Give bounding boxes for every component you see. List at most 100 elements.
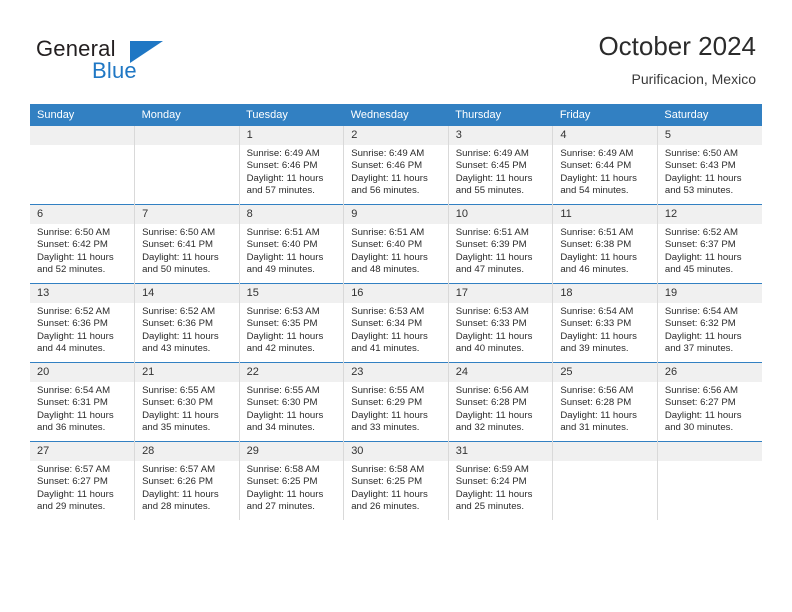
sunset-text: Sunset: 6:42 PM xyxy=(37,239,108,251)
daylight-text: and 32 minutes. xyxy=(455,422,525,434)
sunrise-text: Sunrise: 6:49 AM xyxy=(560,148,634,159)
calendar-day-cell[interactable]: 22 Sunrise: 6:55 AM Sunset: 6:30 PM Dayligh… xyxy=(239,362,345,442)
day-number: 9 xyxy=(344,205,448,224)
daylight-text: Daylight: 11 hours xyxy=(142,251,219,263)
daylight-text: and 46 minutes. xyxy=(560,264,629,276)
sunrise-text: Sunrise: 6:56 AM xyxy=(455,385,529,396)
calendar-body: 1 Sunrise: 6:49 AM Sunset: 6:46 PM Daylight… xyxy=(30,126,762,520)
calendar-day-cell[interactable]: 29 Sunrise: 6:58 AM Sunset: 6:25 PM Dayligh… xyxy=(239,441,345,520)
day-sun-info: Sunrise: 6:50 AM Sunset: 6:42 PM Daylight:… xyxy=(30,224,134,277)
calendar-day-cell[interactable]: 30 Sunrise: 6:58 AM Sunset: 6:25 PM Dayligh… xyxy=(343,441,449,520)
calendar-day-cell[interactable]: 16 Sunrise: 6:53 AM Sunset: 6:34 PM Dayligh… xyxy=(343,283,449,363)
calendar-week-row: 27 Sunrise: 6:57 AM Sunset: 6:27 PM Dayligh… xyxy=(30,441,762,520)
calendar-day-cell[interactable]: 13 Sunrise: 6:52 AM Sunset: 6:36 PM Dayligh… xyxy=(30,283,136,363)
sunrise-text: Sunrise: 6:54 AM xyxy=(560,306,634,317)
calendar-day-cell[interactable]: 6 Sunrise: 6:50 AM Sunset: 6:42 PM Daylight… xyxy=(30,204,136,284)
calendar-day-cell[interactable]: 14 Sunrise: 6:52 AM Sunset: 6:36 PM Dayligh… xyxy=(134,283,240,363)
sunset-text: Sunset: 6:33 PM xyxy=(455,318,527,330)
daylight-text: Daylight: 11 hours xyxy=(560,251,637,263)
sunrise-text: Sunrise: 6:56 AM xyxy=(664,385,738,396)
day-number: 29 xyxy=(239,442,344,461)
daylight-text: Daylight: 11 hours xyxy=(351,330,428,342)
sunset-text: Sunset: 6:46 PM xyxy=(351,160,423,172)
calendar-day-cell-empty xyxy=(30,126,136,205)
daylight-text: and 52 minutes. xyxy=(37,264,106,276)
calendar-day-cell[interactable]: 12 Sunrise: 6:52 AM Sunset: 6:37 PM Dayligh… xyxy=(657,204,762,284)
day-number: 7 xyxy=(135,205,239,224)
calendar-day-cell[interactable]: 24 Sunrise: 6:56 AM Sunset: 6:28 PM Dayligh… xyxy=(448,362,554,442)
daylight-text: and 39 minutes. xyxy=(560,343,629,355)
calendar-day-cell[interactable]: 9 Sunrise: 6:51 AM Sunset: 6:40 PM Daylight… xyxy=(343,204,449,284)
sunset-text: Sunset: 6:33 PM xyxy=(560,318,632,330)
calendar-day-cell[interactable]: 10 Sunrise: 6:51 AM Sunset: 6:39 PM Dayligh… xyxy=(448,204,554,284)
daylight-text: and 36 minutes. xyxy=(37,422,106,434)
sunrise-text: Sunrise: 6:50 AM xyxy=(142,227,216,238)
sunrise-text: Sunrise: 6:54 AM xyxy=(664,306,738,317)
day-sun-info: Sunrise: 6:49 AM Sunset: 6:45 PM Daylight:… xyxy=(449,145,553,198)
daylight-text: and 30 minutes. xyxy=(664,422,734,434)
calendar-day-cell[interactable]: 27 Sunrise: 6:57 AM Sunset: 6:27 PM Dayligh… xyxy=(30,441,136,520)
calendar-day-cell[interactable]: 5 Sunrise: 6:50 AM Sunset: 6:43 PM Daylight… xyxy=(657,126,762,205)
weekday-header-row: Sunday Monday Tuesday Wednesday Thursday… xyxy=(30,104,762,126)
calendar-day-cell[interactable]: 23 Sunrise: 6:55 AM Sunset: 6:29 PM Dayligh… xyxy=(343,362,449,442)
calendar-day-cell[interactable]: 3 Sunrise: 6:49 AM Sunset: 6:45 PM Daylight… xyxy=(448,126,554,205)
day-sun-info: Sunrise: 6:57 AM Sunset: 6:27 PM Daylight:… xyxy=(30,461,134,514)
calendar-day-cell-empty xyxy=(134,126,240,205)
calendar-day-cell[interactable]: 4 Sunrise: 6:49 AM Sunset: 6:44 PM Daylight… xyxy=(552,126,658,205)
calendar-day-cell[interactable]: 8 Sunrise: 6:51 AM Sunset: 6:40 PM Daylight… xyxy=(239,204,345,284)
sunrise-text: Sunrise: 6:52 AM xyxy=(37,306,111,317)
calendar-day-cell[interactable]: 19 Sunrise: 6:54 AM Sunset: 6:32 PM Dayligh… xyxy=(657,283,762,363)
sunrise-text: Sunrise: 6:50 AM xyxy=(37,227,111,238)
sunset-text: Sunset: 6:39 PM xyxy=(455,239,527,251)
sunrise-text: Sunrise: 6:51 AM xyxy=(560,227,634,238)
day-number: 23 xyxy=(344,363,448,382)
day-sun-info: Sunrise: 6:54 AM Sunset: 6:33 PM Daylight:… xyxy=(553,303,657,356)
daylight-text: and 40 minutes. xyxy=(455,343,525,355)
day-sun-info: Sunrise: 6:51 AM Sunset: 6:38 PM Daylight:… xyxy=(553,224,657,277)
calendar-day-cell[interactable]: 25 Sunrise: 6:56 AM Sunset: 6:28 PM Dayligh… xyxy=(552,362,658,442)
calendar-day-cell[interactable]: 11 Sunrise: 6:51 AM Sunset: 6:38 PM Dayligh… xyxy=(552,204,658,284)
day-number: 12 xyxy=(657,205,762,224)
calendar-day-cell[interactable]: 15 Sunrise: 6:53 AM Sunset: 6:35 PM Dayligh… xyxy=(239,283,345,363)
sunset-text: Sunset: 6:36 PM xyxy=(37,318,108,330)
calendar-day-cell[interactable]: 20 Sunrise: 6:54 AM Sunset: 6:31 PM Dayligh… xyxy=(30,362,136,442)
daylight-text: and 56 minutes. xyxy=(351,185,420,197)
calendar-day-cell[interactable]: 21 Sunrise: 6:55 AM Sunset: 6:30 PM Dayligh… xyxy=(134,362,240,442)
day-number: 30 xyxy=(344,442,448,461)
calendar-day-cell[interactable]: 17 Sunrise: 6:53 AM Sunset: 6:33 PM Dayligh… xyxy=(448,283,554,363)
sunrise-text: Sunrise: 6:49 AM xyxy=(351,148,425,159)
sunrise-text: Sunrise: 6:57 AM xyxy=(37,464,111,475)
page-title: October 2024 xyxy=(598,31,756,61)
day-sun-info: Sunrise: 6:50 AM Sunset: 6:43 PM Daylight:… xyxy=(658,145,762,198)
sunrise-text: Sunrise: 6:55 AM xyxy=(246,385,320,396)
daylight-text: Daylight: 11 hours xyxy=(246,488,324,500)
day-number: 14 xyxy=(135,284,239,303)
day-number: 1 xyxy=(239,126,344,145)
calendar-day-cell[interactable]: 31 Sunrise: 6:59 AM Sunset: 6:24 PM Dayligh… xyxy=(448,441,554,520)
calendar-day-cell[interactable]: 26 Sunrise: 6:56 AM Sunset: 6:27 PM Dayligh… xyxy=(657,362,762,442)
day-number: 20 xyxy=(30,363,135,382)
calendar-week-row: 13 Sunrise: 6:52 AM Sunset: 6:36 PM Dayligh… xyxy=(30,283,762,363)
sunrise-text: Sunrise: 6:51 AM xyxy=(351,227,425,238)
sunrise-text: Sunrise: 6:59 AM xyxy=(455,464,529,475)
sunrise-text: Sunrise: 6:49 AM xyxy=(246,148,320,159)
day-sun-info: Sunrise: 6:58 AM Sunset: 6:25 PM Daylight:… xyxy=(240,461,344,514)
page-header: General Blue October 2024 Purificacion, … xyxy=(0,0,792,104)
sunset-text: Sunset: 6:28 PM xyxy=(560,397,632,409)
sunset-text: Sunset: 6:43 PM xyxy=(664,160,736,172)
daylight-text: Daylight: 11 hours xyxy=(455,488,533,500)
sunrise-text: Sunrise: 6:53 AM xyxy=(351,306,425,317)
daylight-text: Daylight: 11 hours xyxy=(37,330,114,342)
calendar-day-cell[interactable]: 18 Sunrise: 6:54 AM Sunset: 6:33 PM Dayligh… xyxy=(552,283,658,363)
calendar-day-cell[interactable]: 2 Sunrise: 6:49 AM Sunset: 6:46 PM Daylight… xyxy=(343,126,449,205)
daylight-text: Daylight: 11 hours xyxy=(142,409,219,421)
daylight-text: Daylight: 11 hours xyxy=(246,172,324,184)
sunrise-text: Sunrise: 6:51 AM xyxy=(246,227,320,238)
calendar-day-cell[interactable]: 1 Sunrise: 6:49 AM Sunset: 6:46 PM Daylight… xyxy=(239,126,345,205)
day-number: 28 xyxy=(135,442,239,461)
general-blue-logo[interactable]: General Blue xyxy=(36,36,216,92)
calendar-day-cell[interactable]: 28 Sunrise: 6:57 AM Sunset: 6:26 PM Dayligh… xyxy=(134,441,240,520)
sunrise-text: Sunrise: 6:52 AM xyxy=(664,227,738,238)
daylight-text: Daylight: 11 hours xyxy=(142,330,219,342)
calendar-day-cell[interactable]: 7 Sunrise: 6:50 AM Sunset: 6:41 PM Daylight… xyxy=(134,204,240,284)
